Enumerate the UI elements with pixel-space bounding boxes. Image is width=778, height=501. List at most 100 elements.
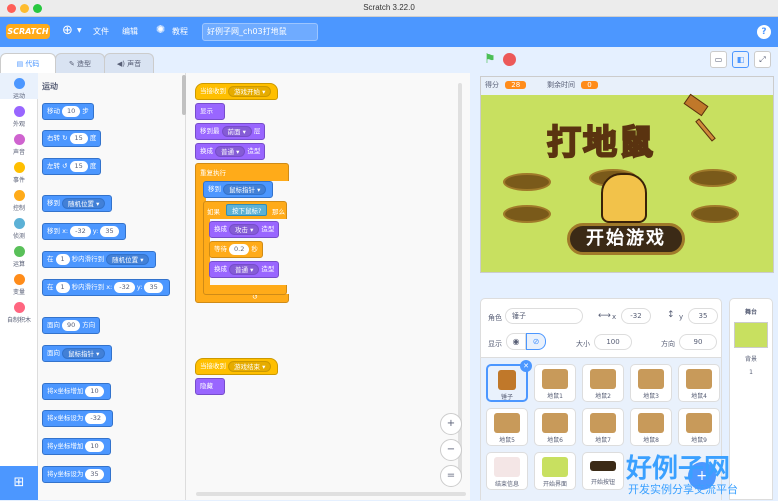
- category-events[interactable]: 事件: [0, 162, 38, 184]
- block-point-direction[interactable]: 面向 90 方向: [42, 317, 101, 334]
- category-variables[interactable]: 变量: [0, 274, 38, 296]
- hide-button[interactable]: ⊘: [526, 333, 546, 350]
- zoom-in-button[interactable]: +: [440, 413, 462, 435]
- size-input[interactable]: 100: [594, 334, 632, 350]
- block-turn-right[interactable]: 右转 ↻ 15 度: [42, 130, 102, 147]
- message-dropdown[interactable]: 游戏开始 ▾: [228, 85, 272, 97]
- delete-sprite-button[interactable]: ✕: [520, 360, 532, 372]
- menu-file[interactable]: 文件: [93, 26, 109, 37]
- direction-input[interactable]: 90: [679, 334, 717, 350]
- zoom-reset-button[interactable]: =: [440, 465, 462, 487]
- category-operators[interactable]: 运算: [0, 246, 38, 268]
- sprite-name-input[interactable]: 锤子: [505, 308, 583, 324]
- stage-canvas[interactable]: 得分 28 剩余时间 0 打地鼠 开始游戏: [480, 76, 774, 273]
- block-switch-costume-normal[interactable]: 换成 普通 ▾ 造型: [195, 143, 266, 160]
- block-switch-costume-normal-2[interactable]: 换成 普通 ▾ 造型: [209, 261, 280, 278]
- target-dropdown[interactable]: 随机位置 ▾: [106, 253, 150, 265]
- script-hscrollbar[interactable]: [196, 492, 466, 496]
- category-looks[interactable]: 外观: [0, 106, 38, 128]
- language-dropdown-icon[interactable]: ▼: [77, 27, 82, 34]
- costume-dropdown[interactable]: 普通 ▾: [229, 263, 260, 275]
- x-set-input[interactable]: -32: [85, 412, 106, 424]
- sprite-thumb-mole3[interactable]: 地鼠3: [630, 364, 672, 402]
- sprite-thumb-mole7[interactable]: 地鼠7: [582, 408, 624, 446]
- message-dropdown[interactable]: 游戏结束 ▾: [228, 360, 272, 372]
- goto-dropdown[interactable]: 鼠标指针 ▾: [223, 183, 267, 195]
- tab-sounds[interactable]: ◀) 声音: [104, 53, 154, 73]
- x-input[interactable]: -32: [114, 281, 135, 293]
- y-input[interactable]: 35: [144, 281, 163, 293]
- fullscreen-button[interactable]: ⤢: [754, 51, 771, 68]
- mouse-down-condition[interactable]: 按下鼠标?: [226, 204, 268, 216]
- scratch-logo[interactable]: SCRATCH: [6, 24, 50, 39]
- start-game-button[interactable]: 开始游戏: [567, 223, 685, 255]
- block-glide-random[interactable]: 在 1 秒内滑行到 随机位置 ▾: [42, 251, 157, 268]
- direction-input[interactable]: 90: [62, 319, 81, 331]
- green-flag-button[interactable]: ⚑: [480, 51, 500, 69]
- y-change-input[interactable]: 10: [85, 440, 104, 452]
- x-input[interactable]: -32: [70, 225, 91, 237]
- sprite-thumb-start-screen[interactable]: 开始界面: [534, 452, 576, 490]
- steps-input[interactable]: 10: [62, 105, 81, 117]
- menu-tutorials[interactable]: 教程: [172, 26, 188, 37]
- block-wait[interactable]: 等待 0.2 秒: [209, 241, 263, 258]
- sprite-thumb-hammer[interactable]: 锤子 ✕: [486, 360, 532, 402]
- block-turn-left[interactable]: 左转 ↺ 15 度: [42, 158, 102, 175]
- tab-costumes[interactable]: ✎ 造型: [55, 53, 105, 73]
- project-title-input[interactable]: 好例子网_ch03打地鼠: [202, 23, 318, 41]
- stage-selector[interactable]: 舞台 背景 1: [729, 298, 773, 500]
- seconds-input[interactable]: 1: [55, 253, 70, 265]
- block-hide[interactable]: 隐藏: [195, 378, 225, 395]
- block-goto-xy[interactable]: 移到 x: -32 y: 35: [42, 223, 126, 240]
- block-switch-costume-attack[interactable]: 换成 攻击 ▾ 造型: [209, 221, 280, 238]
- sprite-thumb-mole2[interactable]: 地鼠2: [582, 364, 624, 402]
- tab-code[interactable]: ▤ 代码: [0, 53, 56, 73]
- layer-dropdown[interactable]: 前面 ▾: [221, 125, 252, 137]
- y-position-input[interactable]: 35: [688, 308, 718, 324]
- category-my-blocks[interactable]: 自制积木: [0, 302, 38, 324]
- block-move-steps[interactable]: 移动 10 步: [42, 103, 94, 120]
- sprite-thumb-mole6[interactable]: 地鼠6: [534, 408, 576, 446]
- tutorials-icon[interactable]: ✺: [156, 23, 165, 36]
- block-when-receive-end[interactable]: 当接收到 游戏结束 ▾: [195, 358, 279, 375]
- towards-dropdown[interactable]: 鼠标指针 ▾: [62, 347, 106, 359]
- help-button[interactable]: ?: [757, 25, 771, 39]
- show-visible-button[interactable]: ◉: [506, 333, 526, 350]
- category-control[interactable]: 控制: [0, 190, 38, 212]
- block-change-y[interactable]: 将y坐标增加 10: [42, 438, 111, 455]
- block-goto-random[interactable]: 移到 随机位置 ▾: [42, 195, 113, 212]
- normal-stage-button[interactable]: ◧: [732, 51, 749, 68]
- sprite-thumb-mole5[interactable]: 地鼠5: [486, 408, 528, 446]
- target-dropdown[interactable]: 随机位置 ▾: [62, 197, 106, 209]
- degrees-input[interactable]: 15: [69, 160, 88, 172]
- y-input[interactable]: 35: [100, 225, 119, 237]
- category-sound[interactable]: 声音: [0, 134, 38, 156]
- sprite-thumb-mole1[interactable]: 地鼠1: [534, 364, 576, 402]
- costume-dropdown[interactable]: 普通 ▾: [215, 145, 246, 157]
- sprite-thumb-end-info[interactable]: 结束信息: [486, 452, 528, 490]
- sprite-thumb-mole9[interactable]: 地鼠9: [678, 408, 720, 446]
- sprite-thumb-mole4[interactable]: 地鼠4: [678, 364, 720, 402]
- zoom-out-button[interactable]: −: [440, 439, 462, 461]
- y-set-input[interactable]: 35: [85, 468, 104, 480]
- block-point-towards[interactable]: 面向 鼠标指针 ▾: [42, 345, 113, 362]
- stop-button[interactable]: [503, 53, 516, 66]
- menu-edit[interactable]: 编辑: [122, 26, 138, 37]
- block-goto-mouse[interactable]: 移到 鼠标指针 ▾: [203, 181, 274, 198]
- block-go-front[interactable]: 移到最 前面 ▾ 层: [195, 123, 266, 140]
- category-sensing[interactable]: 侦测: [0, 218, 38, 240]
- x-position-input[interactable]: -32: [621, 308, 651, 324]
- x-change-input[interactable]: 10: [85, 385, 104, 397]
- block-set-y[interactable]: 将y坐标设为 35: [42, 466, 111, 483]
- block-set-x[interactable]: 将x坐标设为 -32: [42, 410, 113, 427]
- small-stage-button[interactable]: ▭: [710, 51, 727, 68]
- costume-dropdown[interactable]: 攻击 ▾: [229, 223, 260, 235]
- category-motion[interactable]: 运动: [0, 78, 38, 100]
- language-icon[interactable]: ⊕: [62, 23, 73, 38]
- sprite-thumb-start-button[interactable]: 开始按钮: [582, 452, 624, 490]
- block-glide-xy[interactable]: 在 1 秒内滑行到 x: -32 y: 35: [42, 279, 170, 296]
- degrees-input[interactable]: 15: [69, 132, 88, 144]
- block-change-x[interactable]: 将x坐标增加 10: [42, 383, 111, 400]
- seconds-input[interactable]: 1: [55, 281, 70, 293]
- block-when-receive-start[interactable]: 当接收到 游戏开始 ▾: [195, 83, 279, 100]
